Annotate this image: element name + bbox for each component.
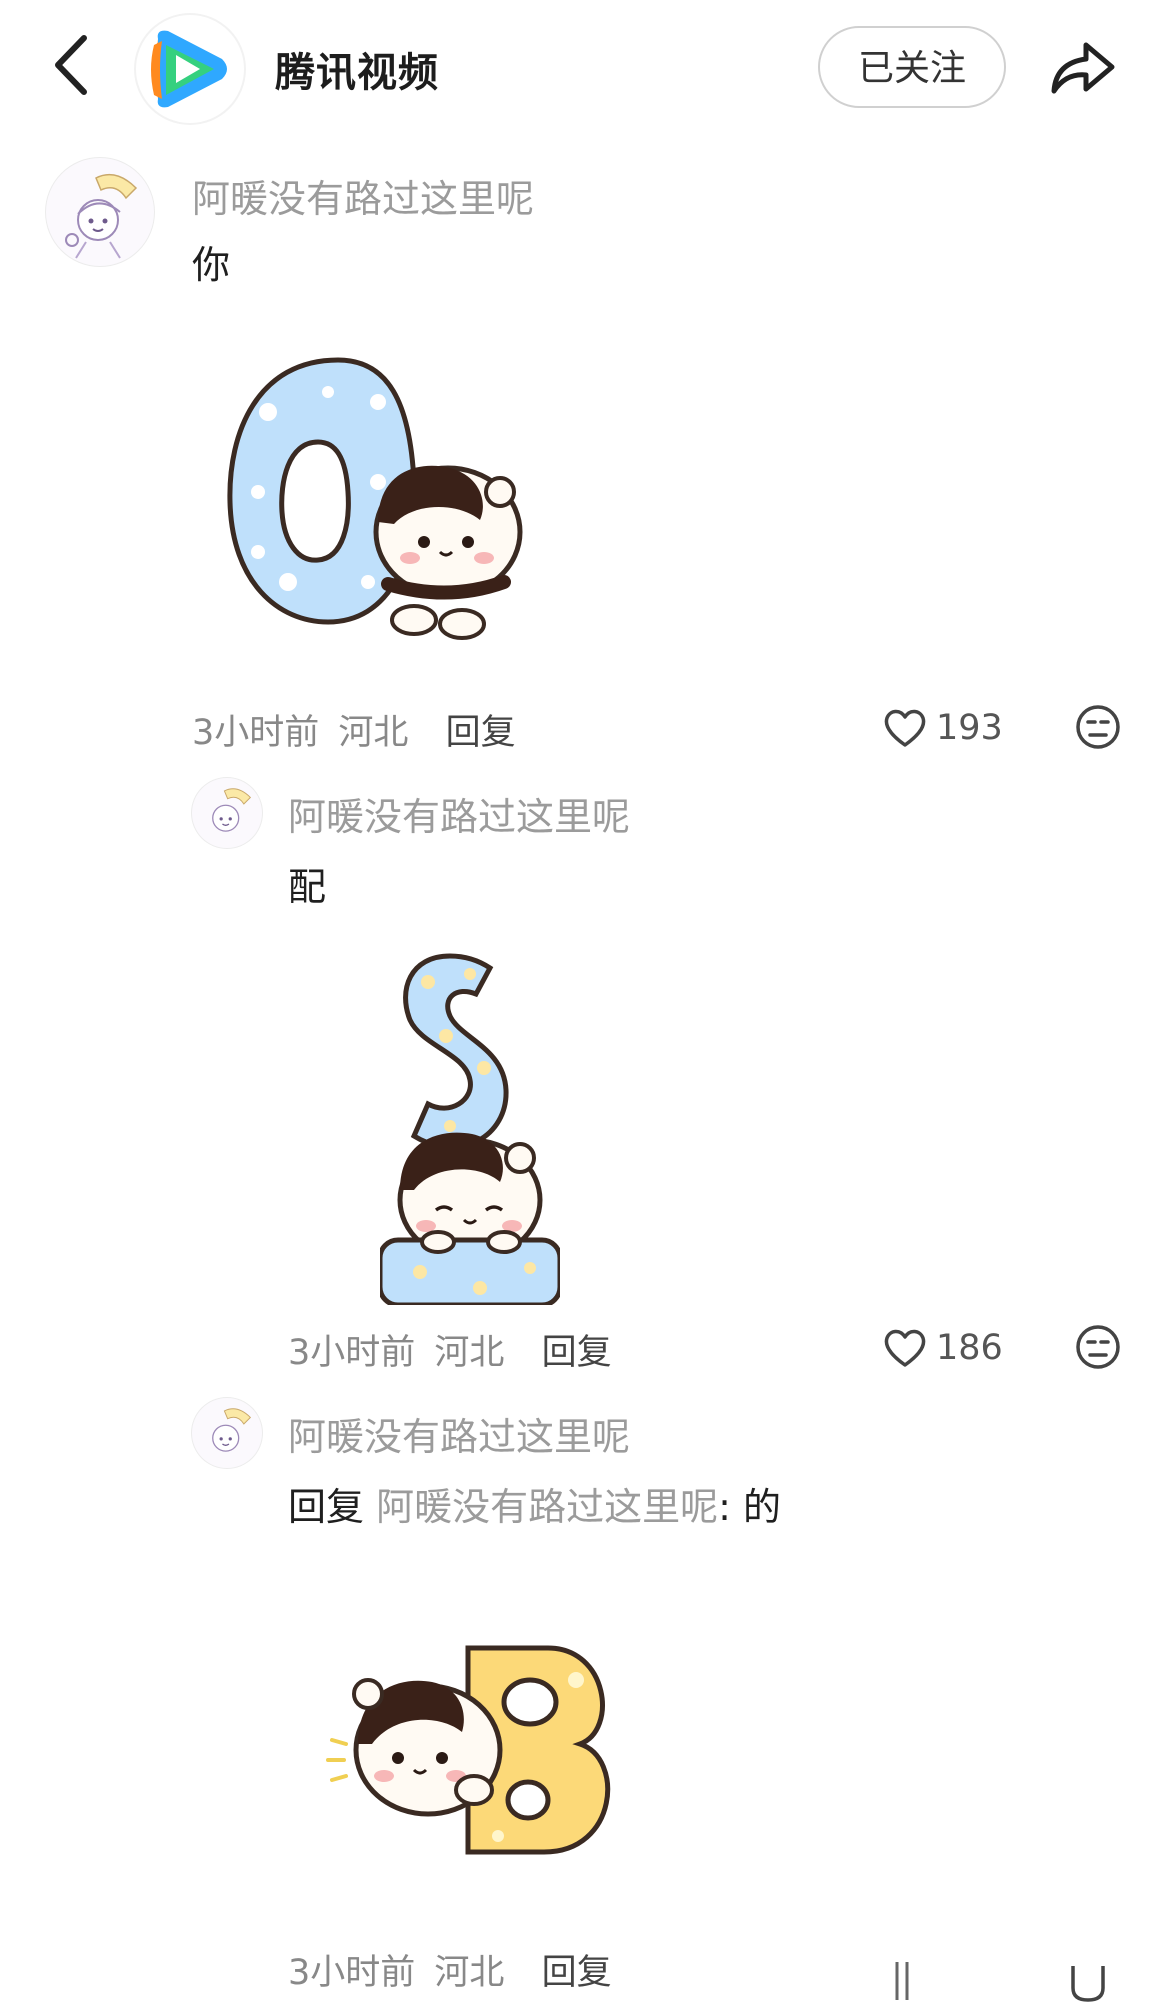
avatar[interactable]	[192, 778, 262, 848]
reply-button[interactable]: 回复	[542, 1953, 612, 1993]
page-title: 腾讯视频	[275, 50, 439, 96]
like-count: 193	[936, 708, 1003, 748]
reply-target-username[interactable]: 阿暖没有路过这里呢	[376, 1485, 718, 1529]
comment-time: 3小时前	[288, 1953, 416, 1993]
comment-meta: 3小时前 河北 回复	[288, 1324, 612, 1375]
back-icon[interactable]	[46, 30, 96, 100]
dislike-face-icon[interactable]	[1074, 703, 1122, 751]
reply-button[interactable]: 回复	[542, 1333, 612, 1373]
reply-prefix: 回复	[288, 1485, 365, 1529]
reply-button[interactable]: 回复	[446, 713, 516, 753]
comment-username[interactable]: 阿暖没有路过这里呢	[288, 1406, 630, 1461]
like-button[interactable]: 193	[882, 703, 1003, 753]
comment-location: 河北	[434, 1953, 505, 1993]
comment-meta: 3小时前 河北 回复	[192, 704, 516, 755]
like-button[interactable]: 186	[882, 1323, 1003, 1373]
comment-text: 你	[192, 243, 231, 287]
avatar[interactable]	[192, 1398, 262, 1468]
comment-time: 3小时前	[192, 713, 320, 753]
comment-location: 河北	[434, 1333, 505, 1373]
avatar[interactable]	[46, 158, 154, 266]
sticker-letter-b-cat	[318, 1640, 618, 1860]
sticker-letter-s-cat	[377, 950, 563, 1308]
comment-meta: 3小时前 河北 回复	[288, 1944, 612, 1995]
follow-button[interactable]: 已关注	[818, 26, 1006, 108]
cropped-action-icons	[893, 1952, 1123, 2003]
comment-location: 河北	[338, 713, 409, 753]
tencent-video-logo	[136, 15, 244, 123]
comment-username[interactable]: 阿暖没有路过这里呢	[288, 786, 630, 841]
comment-username[interactable]: 阿暖没有路过这里呢	[192, 168, 534, 223]
heart-icon	[884, 1329, 926, 1367]
reply-text: : 的	[718, 1485, 782, 1529]
dislike-face-icon[interactable]	[1074, 1323, 1122, 1371]
comment-text: 配	[288, 865, 327, 909]
heart-icon	[884, 709, 926, 747]
comment-text: 回复 阿暖没有路过这里呢: 的	[288, 1476, 781, 1531]
comment-time: 3小时前	[288, 1333, 416, 1373]
sticker-letter-o-cat	[218, 352, 538, 652]
like-count: 186	[936, 1328, 1003, 1368]
share-icon[interactable]	[1046, 33, 1118, 99]
